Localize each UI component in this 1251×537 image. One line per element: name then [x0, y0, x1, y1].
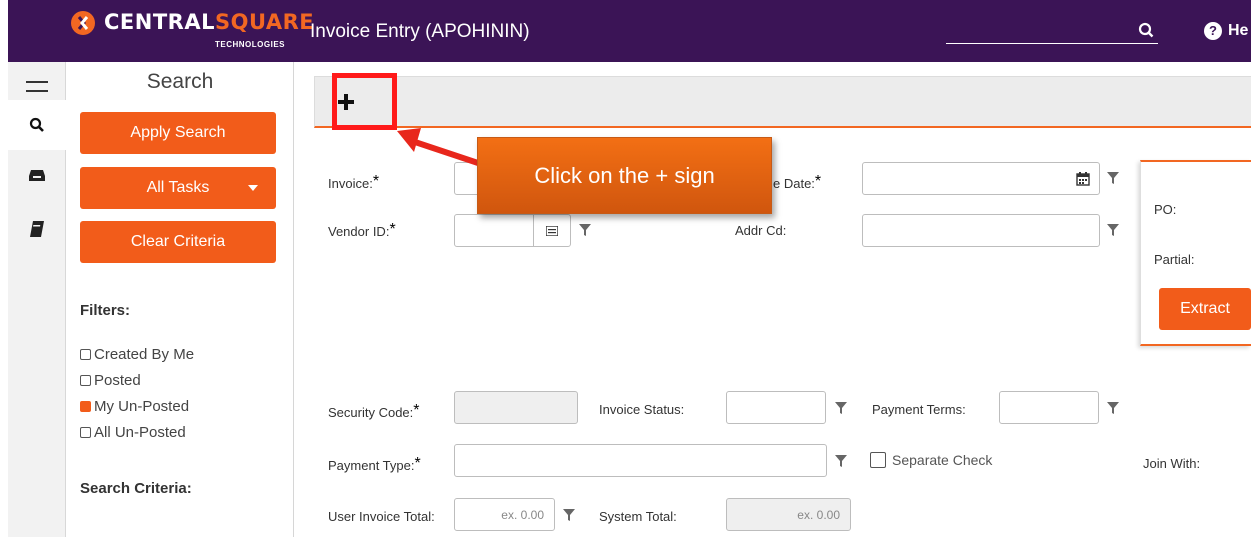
- filter-my-un-posted[interactable]: My Un-Posted: [80, 398, 189, 415]
- user-invoice-total-field[interactable]: ex. 0.00: [454, 498, 555, 531]
- system-total-field: ex. 0.00: [726, 498, 851, 531]
- partial-label: Partial:: [1154, 252, 1195, 267]
- logo-text-square: SQUARE: [214, 10, 315, 34]
- logo-mark-icon: [71, 11, 95, 35]
- vendor-id-label: Vendor ID:*: [328, 221, 396, 239]
- caret-down-icon: [248, 185, 258, 191]
- user-invoice-total-placeholder: ex. 0.00: [501, 508, 544, 522]
- rail-inbox-button[interactable]: [8, 150, 66, 200]
- checkbox[interactable]: [870, 452, 886, 468]
- search-sidebar: Search Apply Search All Tasks Clear Crit…: [66, 62, 294, 537]
- payment-terms-label: Payment Terms:: [872, 402, 966, 417]
- invoice-status-label: Invoice Status:: [599, 402, 685, 417]
- filters-heading: Filters:: [80, 302, 131, 319]
- vendor-id-field[interactable]: [454, 214, 571, 247]
- po-extract-panel: PO: Partial: Extract: [1140, 160, 1251, 346]
- global-search-input[interactable]: [946, 22, 1158, 44]
- rail-book-button[interactable]: [8, 204, 66, 254]
- all-tasks-label: All Tasks: [146, 179, 210, 196]
- filter-label: Created By Me: [94, 346, 195, 363]
- filter-icon[interactable]: [563, 509, 575, 521]
- addr-cd-field[interactable]: [862, 214, 1100, 247]
- invoice-status-field[interactable]: [726, 391, 826, 424]
- logo-subtitle: TECHNOLOGIES: [215, 40, 286, 49]
- search-icon[interactable]: [1138, 22, 1154, 40]
- payment-terms-field[interactable]: [999, 391, 1099, 424]
- filter-icon[interactable]: [1107, 402, 1119, 414]
- sidebar-title: Search: [146, 70, 214, 93]
- left-rail: [8, 62, 67, 537]
- all-tasks-dropdown[interactable]: All Tasks: [80, 167, 276, 209]
- filter-label: All Un-Posted: [94, 424, 186, 441]
- extract-button[interactable]: Extract: [1159, 288, 1251, 330]
- logo-wordmark: CENTRALSQUARE: [104, 10, 314, 34]
- search-icon: [29, 117, 44, 132]
- payment-type-label: Payment Type:*: [328, 455, 421, 473]
- filter-label: Posted: [94, 372, 141, 389]
- separate-check-label: Separate Check: [892, 452, 993, 468]
- addr-cd-label: Addr Cd:: [735, 223, 787, 238]
- logo-text-central: CENTRAL: [104, 10, 215, 34]
- checkbox[interactable]: [80, 375, 91, 386]
- security-code-label: Security Code:*: [328, 402, 420, 420]
- separate-check-checkbox[interactable]: Separate Check: [870, 452, 992, 468]
- payment-type-field[interactable]: [454, 444, 827, 477]
- app-root: CENTRALSQUARE TECHNOLOGIES Invoice Entry…: [0, 0, 1251, 537]
- question-circle-icon: ?: [1204, 22, 1222, 40]
- po-label: PO:: [1154, 202, 1177, 217]
- top-bar: CENTRALSQUARE TECHNOLOGIES Invoice Entry…: [8, 0, 1251, 62]
- centralsquare-logo[interactable]: CENTRALSQUARE TECHNOLOGIES: [70, 8, 314, 56]
- checkbox[interactable]: [80, 349, 91, 360]
- filter-label: My Un-Posted: [94, 398, 190, 415]
- help-label: He: [1228, 22, 1249, 39]
- invoice-date-field[interactable]: [862, 162, 1100, 195]
- search-criteria-heading: Search Criteria:: [80, 480, 192, 497]
- system-total-label: System Total:: [599, 509, 677, 524]
- inbox-icon: [29, 170, 45, 181]
- lookup-list-icon[interactable]: [546, 226, 558, 236]
- clear-criteria-button[interactable]: Clear Criteria: [80, 221, 276, 263]
- invoice-label: Invoice:*: [328, 173, 380, 191]
- system-total-placeholder: ex. 0.00: [797, 508, 840, 522]
- user-invoice-total-label: User Invoice Total:: [328, 509, 435, 524]
- checkbox-checked[interactable]: [80, 401, 91, 412]
- filter-created-by-me[interactable]: Created By Me: [80, 346, 194, 363]
- filter-posted[interactable]: Posted: [80, 372, 141, 389]
- filter-icon[interactable]: [835, 455, 847, 467]
- filter-all-un-posted[interactable]: All Un-Posted: [80, 424, 186, 441]
- rail-search-button[interactable]: [8, 100, 67, 150]
- security-code-field: [454, 391, 578, 424]
- form-toolbar: [314, 76, 1251, 128]
- calendar-icon[interactable]: [1076, 172, 1090, 186]
- invoice-date-label: e Date:*: [773, 173, 822, 191]
- join-with-label: Join With:: [1143, 456, 1201, 471]
- filter-icon[interactable]: [835, 402, 847, 414]
- filter-icon[interactable]: [1107, 224, 1119, 236]
- highlight-box: [332, 73, 397, 130]
- page-title: Invoice Entry (APOHININ): [310, 21, 530, 42]
- help-link[interactable]: ? He: [1204, 22, 1248, 40]
- filter-icon[interactable]: [1107, 172, 1119, 184]
- book-icon: [30, 221, 44, 237]
- hamburger-menu-icon: [26, 81, 48, 92]
- apply-search-button[interactable]: Apply Search: [80, 112, 276, 154]
- instruction-callout: Click on the + sign: [477, 137, 772, 214]
- filter-icon[interactable]: [579, 224, 591, 236]
- checkbox[interactable]: [80, 427, 91, 438]
